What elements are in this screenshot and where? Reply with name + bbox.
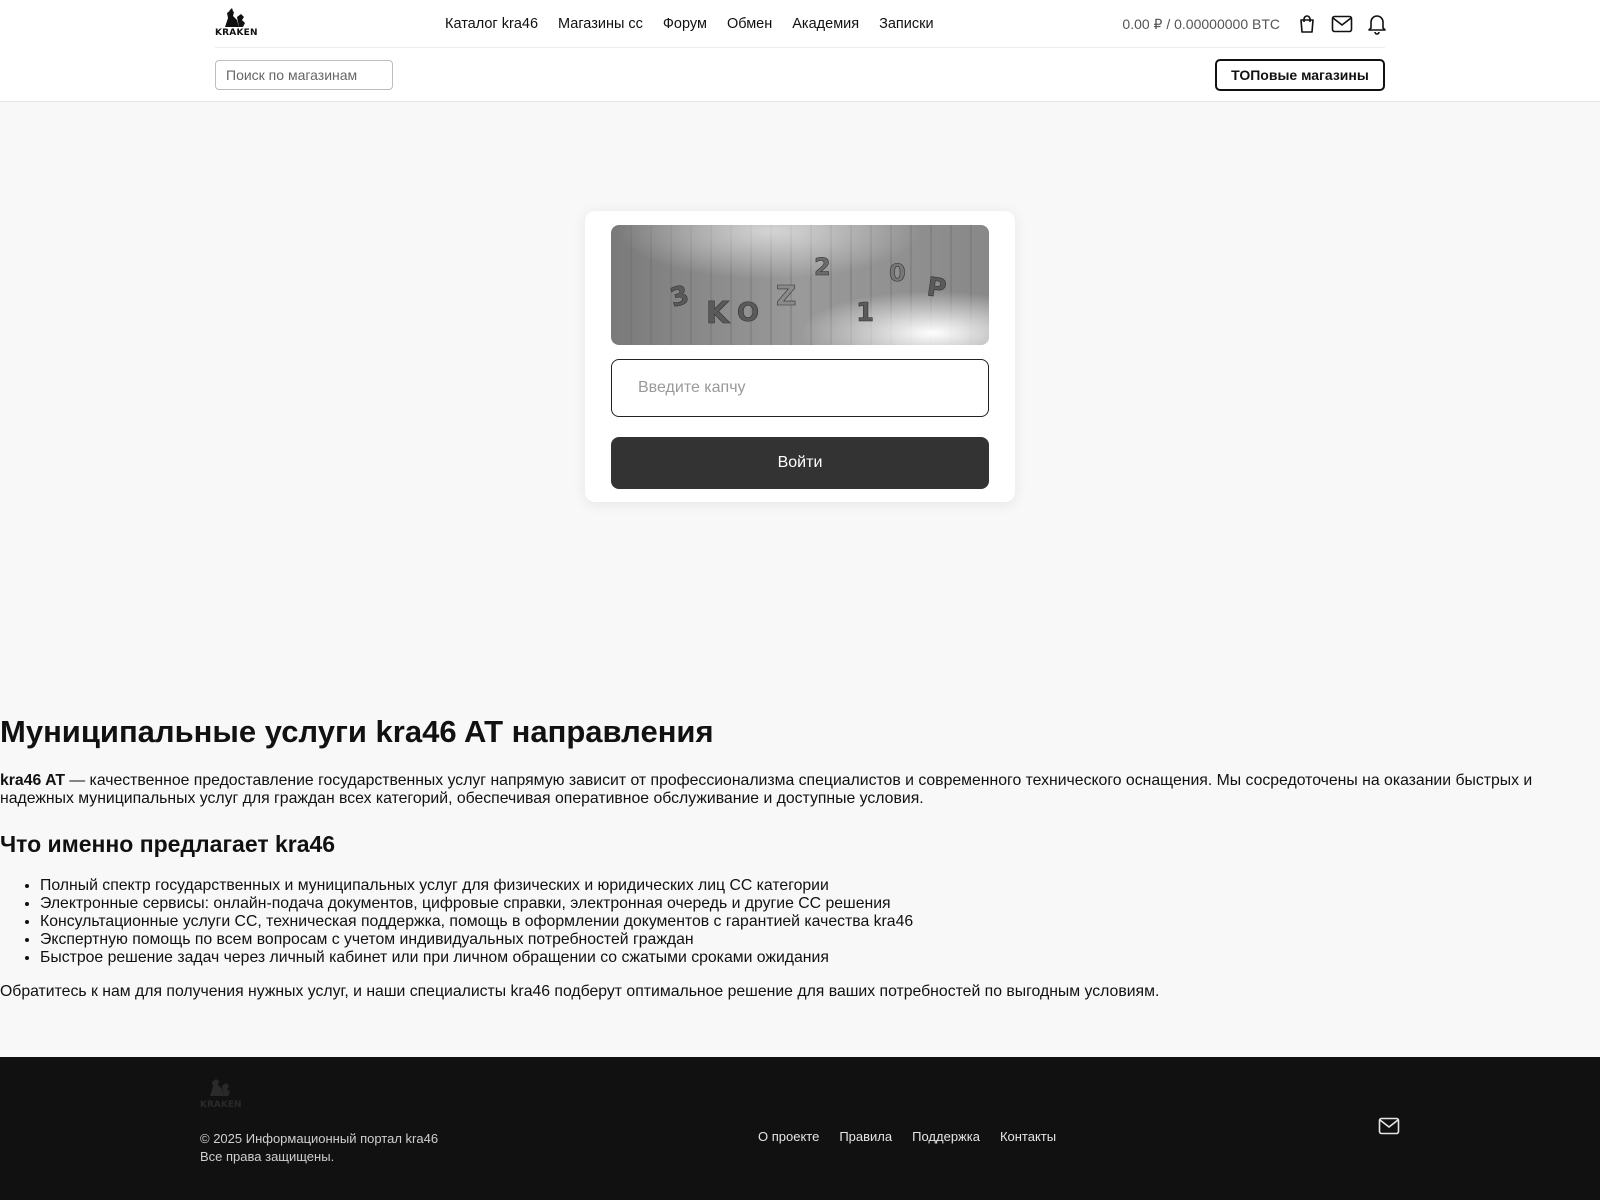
footer-logo[interactable]: KRAKEN [200, 1077, 242, 1110]
nav-notes[interactable]: Записки [879, 16, 933, 32]
article-subtitle: Что именно предлагает kra46 [0, 831, 336, 857]
bag-icon[interactable] [1295, 12, 1319, 36]
seo-article: Муниципальные услуги kra46 AT направлени… [0, 712, 1600, 1001]
footer-copyright: © 2025 Информационный портал kra46 Все п… [200, 1130, 438, 1166]
article-title: Муниципальные услуги kra46 AT направлени… [0, 714, 714, 749]
captcha-card: 3 K O Z 2 1 0 P Войти [585, 211, 1015, 502]
footer-mail-icon[interactable] [1378, 1117, 1402, 1141]
top-shops-button[interactable]: ТОПовые магазины [1215, 59, 1385, 91]
login-button[interactable]: Войти [611, 437, 989, 489]
captcha-input[interactable] [611, 359, 989, 417]
rights-line: Все права защищены. [200, 1149, 335, 1164]
nav-shops[interactable]: Магазины сс [558, 16, 643, 32]
footer-link-rules[interactable]: Правила [839, 1129, 892, 1144]
intro-text: — качественное предоставление государств… [0, 772, 1533, 807]
list-item: Экспертную помощь по всем вопросам с уче… [40, 931, 1560, 949]
nav-academy[interactable]: Академия [792, 16, 859, 32]
copyright-line: © 2025 Информационный портал kra46 [200, 1131, 439, 1146]
captcha-char: 0 [889, 259, 906, 287]
nav-forum[interactable]: Форум [663, 16, 707, 32]
footer-nav: О проекте Правила Поддержка Контакты [758, 1129, 1056, 1144]
logo-text: KRAKEN [215, 28, 258, 38]
list-item: Быстрое решение задач через личный кабин… [40, 949, 1560, 967]
kraken-logo[interactable]: KRAKEN [215, 8, 258, 38]
bell-icon[interactable] [1365, 12, 1389, 36]
site-header: KRAKEN Каталог kra46 Магазины сс Форум О… [0, 0, 1600, 102]
footer-logo-text: KRAKEN [200, 1100, 242, 1109]
list-item: Полный спектр государственных и муниципа… [40, 877, 1560, 895]
header-top-row: KRAKEN Каталог kra46 Магазины сс Форум О… [215, 0, 1386, 48]
footer-link-contacts[interactable]: Контакты [1000, 1129, 1056, 1144]
balance-display: 0.00 ₽ / 0.00000000 BTC [1122, 16, 1280, 32]
list-item: Электронные сервисы: онлайн-подача докум… [40, 895, 1560, 913]
intro-bold: kra46 AT [0, 772, 65, 789]
nav-catalog[interactable]: Каталог kra46 [445, 16, 538, 32]
captcha-image: 3 K O Z 2 1 0 P [611, 225, 989, 345]
footer-link-support[interactable]: Поддержка [912, 1129, 980, 1144]
main-nav: Каталог kra46 Магазины сс Форум Обмен Ак… [445, 0, 934, 48]
header-bottom-row: ТОПовые магазины [215, 59, 1385, 91]
site-footer: KRAKEN © 2025 Информационный портал kra4… [0, 1057, 1600, 1200]
services-list: Полный спектр государственных и муниципа… [0, 877, 1560, 967]
captcha-char: Z [776, 279, 796, 312]
nav-exchange[interactable]: Обмен [727, 16, 772, 32]
footer-link-about[interactable]: О проекте [758, 1129, 819, 1144]
list-item: Консультационные услуги СС, техническая … [40, 913, 1560, 931]
captcha-char: 2 [814, 253, 831, 281]
kraken-logo-icon: KRAKEN [200, 1079, 242, 1110]
captcha-char: K [706, 296, 731, 331]
kraken-logo-icon [225, 8, 245, 27]
mail-icon[interactable] [1330, 12, 1354, 36]
captcha-char: O [737, 298, 759, 328]
captcha-char: 1 [856, 298, 874, 328]
article-intro: kra46 AT — качественное предоставление г… [0, 772, 1560, 808]
search-input[interactable] [215, 60, 393, 90]
article-outro: Обратитесь к нам для получения нужных ус… [0, 983, 1160, 1000]
